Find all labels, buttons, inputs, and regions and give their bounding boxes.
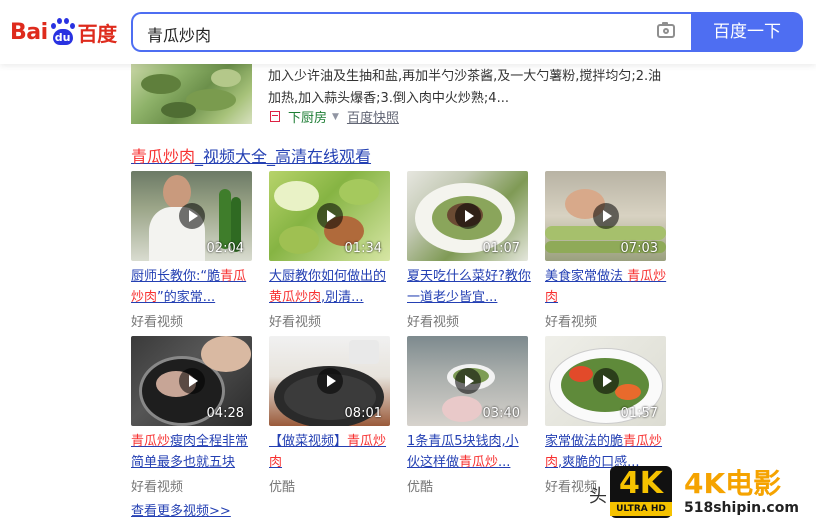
video-title-highlight: 青瓜炒	[459, 455, 499, 470]
video-source: 好看视频	[131, 480, 184, 495]
4k-badge-logo: 4K ULTRA HD	[610, 466, 672, 518]
video-thumbnail[interactable]: 01:57	[545, 336, 666, 426]
video-source: 好看视频	[131, 315, 184, 330]
video-title-text: 大厨教你如何做出的	[269, 269, 387, 284]
video-title-link[interactable]: 1条青瓜5块钱肉,小伙这样做青瓜炒...	[407, 431, 531, 473]
snapshot-link[interactable]: 百度快照	[347, 107, 399, 126]
watermark-brand: 4K电影	[684, 467, 782, 500]
video-duration: 04:28	[206, 406, 244, 421]
video-title-link[interactable]: 【做菜视频】青瓜炒肉	[269, 431, 393, 473]
video-title-text: ...	[498, 455, 511, 470]
result-source-link[interactable]: 下厨房	[288, 107, 327, 126]
site-favicon-icon	[270, 111, 280, 122]
video-title-text: 家常做法的脆	[545, 434, 624, 449]
badge-4k-text: 4K	[618, 466, 664, 501]
video-source: 好看视频	[545, 315, 598, 330]
video-block-title[interactable]: 青瓜炒肉_视频大全_高清在线观看	[131, 143, 371, 167]
video-source: 好看视频	[269, 315, 322, 330]
video-block-title-highlight: 青瓜炒肉	[131, 147, 196, 166]
paw-icon: du	[49, 17, 75, 47]
video-title-text: 夏天吃什么菜好?教你一道老少皆宜...	[407, 269, 531, 305]
video-title-text: 厨师长教你:“脆	[131, 269, 221, 284]
play-icon	[592, 368, 619, 394]
video-thumbnail[interactable]: 01:07	[407, 171, 528, 261]
video-thumbnail[interactable]: 01:34	[269, 171, 390, 261]
play-icon	[316, 203, 343, 229]
play-icon	[454, 368, 481, 394]
video-duration: 01:34	[344, 241, 382, 256]
video-title-text: ”的家常...	[157, 290, 216, 305]
video-source: 好看视频	[407, 315, 460, 330]
camera-icon[interactable]	[657, 22, 675, 38]
search-query: 青瓜炒肉	[147, 26, 212, 45]
play-icon	[178, 203, 205, 229]
video-source: 优酷	[407, 480, 434, 495]
video-card[interactable]: 08:01 【做菜视频】青瓜炒肉 优酷	[269, 336, 393, 495]
video-title-highlight: 青瓜炒	[131, 434, 171, 449]
video-block-title-rest: _视频大全_高清在线观看	[195, 147, 372, 166]
video-title-link[interactable]: 美食家常做法 青瓜炒肉	[545, 266, 669, 308]
video-card[interactable]: 07:03 美食家常做法 青瓜炒肉 好看视频	[545, 171, 669, 330]
video-thumbnail[interactable]: 02:04	[131, 171, 252, 261]
search-button[interactable]: 百度一下	[691, 12, 803, 52]
video-card[interactable]: 01:34 大厨教你如何做出的黄瓜炒肉,別清... 好看视频	[269, 171, 393, 330]
video-title-link[interactable]: 厨师长教你:“脆青瓜炒肉”的家常...	[131, 266, 255, 308]
play-icon	[592, 203, 619, 229]
dropdown-arrow-icon[interactable]: ▼	[332, 112, 339, 122]
badge-ultra-hd-text: ULTRA HD	[610, 502, 672, 516]
video-title-link[interactable]: 夏天吃什么菜好?教你一道老少皆宜...	[407, 266, 531, 308]
top-bar: Bai du 百度 青瓜炒肉 百度一下	[0, 0, 816, 64]
play-icon	[178, 368, 205, 394]
result-abstract: 加入少许油及生抽和盐,再加半勺沙茶酱,及一大勺薯粉,搅拌均匀;2.油加热,加入蒜…	[268, 69, 662, 106]
play-icon	[316, 368, 343, 394]
video-title-link[interactable]: 青瓜炒瘦肉全程非常简单最多也就五块	[131, 431, 255, 473]
logo-text-baidu: 百度	[77, 21, 118, 46]
video-thumbnail[interactable]: 08:01	[269, 336, 390, 426]
video-duration: 08:01	[344, 406, 382, 421]
video-card[interactable]: 02:04 厨师长教你:“脆青瓜炒肉”的家常... 好看视频	[131, 171, 255, 330]
video-title-text: ,別清...	[321, 290, 364, 305]
logo-text-bai: Bai	[10, 19, 48, 45]
result-source-line: 下厨房 ▼ 百度快照	[270, 107, 399, 126]
watermark-head-text: 头	[589, 486, 607, 507]
video-duration: 03:40	[482, 406, 520, 421]
video-thumbnail[interactable]: 04:28	[131, 336, 252, 426]
search-input[interactable]: 青瓜炒肉	[131, 12, 691, 52]
play-icon	[454, 203, 481, 229]
video-card[interactable]: 01:07 夏天吃什么菜好?教你一道老少皆宜... 好看视频	[407, 171, 531, 330]
watermark-site: 518shipin.com	[684, 500, 799, 516]
logo-text-du: du	[52, 29, 73, 45]
video-source: 优酷	[269, 480, 296, 495]
video-card[interactable]: 04:28 青瓜炒瘦肉全程非常简单最多也就五块 好看视频	[131, 336, 255, 495]
video-title-text: 【做菜视频】	[269, 434, 348, 449]
more-videos-link[interactable]: 查看更多视频>>	[131, 500, 231, 519]
video-thumbnail[interactable]: 07:03	[545, 171, 666, 261]
video-duration: 07:03	[620, 241, 658, 256]
video-title-highlight: 黄瓜炒肉	[269, 290, 322, 305]
video-title-text: 美食家常做法	[545, 269, 628, 284]
result-thumbnail[interactable]	[131, 64, 252, 124]
video-card[interactable]: 03:40 1条青瓜5块钱肉,小伙这样做青瓜炒... 优酷	[407, 336, 531, 495]
video-duration: 01:57	[620, 406, 658, 421]
baidu-logo[interactable]: Bai du 百度	[10, 14, 117, 50]
video-duration: 02:04	[206, 241, 244, 256]
video-thumbnail[interactable]: 03:40	[407, 336, 528, 426]
watermark: 头 4K ULTRA HD 4K电影 518shipin.com	[586, 460, 816, 522]
video-title-link[interactable]: 大厨教你如何做出的黄瓜炒肉,別清...	[269, 266, 393, 308]
video-duration: 01:07	[482, 241, 520, 256]
